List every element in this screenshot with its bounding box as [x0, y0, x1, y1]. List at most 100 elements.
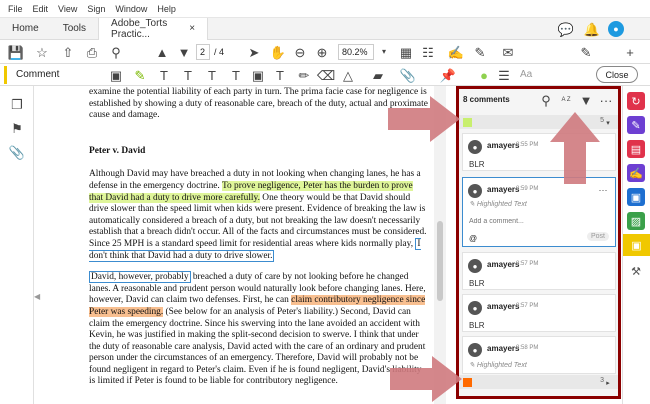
account-icon[interactable]: ● [608, 21, 624, 37]
sort-icon[interactable]: A Z [558, 92, 574, 108]
menu-bar: File Edit View Sign Window Help [0, 0, 650, 18]
eraser-icon[interactable]: ⌫ [317, 67, 335, 83]
selected-highlight-box[interactable]: David, however, probably [89, 271, 191, 284]
bookmark-star-icon[interactable]: ☆ [34, 44, 50, 60]
fill-sign-tool-icon[interactable]: ✍ [627, 164, 645, 182]
combine-files-icon[interactable]: ▣ [627, 188, 645, 206]
page-number-field[interactable]: 2 [196, 44, 210, 60]
comment-time: 8:58 PM [516, 345, 539, 351]
bookmarks-icon[interactable]: ⚑ [9, 120, 25, 136]
color-picker-icon[interactable]: ● [476, 67, 492, 83]
select-cursor-icon[interactable]: ➤ [246, 44, 262, 60]
highlight-tool-icon[interactable]: ✎ [472, 44, 488, 60]
menu-file[interactable]: File [8, 4, 23, 14]
mention-button[interactable]: @ [469, 234, 477, 243]
comment-card[interactable]: ● amayers 8:58 PM ✎ Highlighted Text [462, 336, 616, 374]
comment-accent-bar [4, 66, 7, 84]
scrollbar-thumb[interactable] [437, 221, 443, 301]
filter-icon[interactable]: ▼ [578, 92, 594, 108]
paragraph-david-breach: David, however, probably breached a duty… [89, 271, 429, 388]
upload-icon[interactable]: ⇧ [60, 44, 76, 60]
search-icon[interactable]: ⚲ [108, 44, 124, 60]
group-color-swatch [463, 378, 472, 387]
draw-pencil-icon[interactable]: ✏ [296, 67, 312, 83]
zoom-out-icon[interactable]: ⊖ [292, 44, 308, 60]
export-pdf-icon[interactable]: ↻ [627, 92, 645, 110]
scroll-mode-icon[interactable]: ☷ [420, 44, 436, 60]
pin-icon[interactable]: 📌 [440, 67, 456, 83]
menu-window[interactable]: Window [115, 4, 147, 14]
zoom-in-icon[interactable]: ⊕ [314, 44, 330, 60]
compress-pdf-icon[interactable]: ▨ [627, 212, 645, 230]
zoom-field[interactable]: 80.2% [338, 44, 374, 60]
tab-document[interactable]: Adobe_Torts Practic... × [98, 17, 209, 40]
comment-author: amayers [487, 185, 520, 194]
line-weight-icon[interactable]: ☰ [496, 67, 512, 83]
paragraph-text: (See below for an analysis of Peter's li… [89, 306, 426, 387]
menu-sign[interactable]: Sign [87, 4, 105, 14]
comment-card[interactable]: ● amayers 8:57 PM BLR [462, 252, 616, 290]
page-total-label: / 4 [214, 47, 225, 57]
comment-group-header[interactable]: 3 ▸ [459, 375, 618, 389]
avatar: ● [468, 343, 482, 357]
page-down-icon[interactable]: ▼ [176, 44, 192, 60]
insert-text-icon[interactable]: T [228, 67, 244, 83]
avatar: ● [468, 140, 482, 154]
organize-pages-icon[interactable]: ▤ [627, 140, 645, 158]
print-icon[interactable]: ⎙ [84, 44, 100, 60]
tab-tools[interactable]: Tools [51, 18, 98, 40]
text-box-icon[interactable]: ▣ [250, 67, 266, 83]
menu-view[interactable]: View [58, 4, 77, 14]
chevron-right-icon[interactable]: ▸ [600, 375, 616, 391]
marquee-zoom-icon[interactable]: ▦ [398, 44, 414, 60]
tab-home[interactable]: Home [0, 18, 51, 40]
zoom-dropdown-icon[interactable]: ▾ [376, 44, 392, 60]
add-comment-input[interactable] [469, 215, 609, 227]
comment-text: ✎ Highlighted Text [469, 361, 527, 369]
post-button[interactable]: Post [586, 232, 609, 241]
attach-icon[interactable]: 📎 [400, 67, 416, 83]
fill-sign-icon[interactable]: ✍ [448, 44, 464, 60]
main-toolbar: 💾 ☆ ⇧ ⎙ ⚲ ▲ ▼ 2 / 4 ➤ ✋ ⊖ ⊕ 80.2% ▾ ▦ ☷ … [0, 40, 650, 64]
shapes-icon[interactable]: △ [340, 67, 356, 83]
comment-author: amayers [487, 302, 520, 311]
sticky-note-icon[interactable]: ▣ [108, 67, 124, 83]
collapse-left-handle[interactable]: ◀ [34, 292, 40, 308]
save-icon[interactable]: 💾 [8, 44, 24, 60]
comment-card-selected[interactable]: ● amayers 8:59 PM ··· ✎ Highlighted Text… [462, 177, 616, 247]
edit-sign-icon[interactable]: ✎ [578, 44, 594, 60]
comment-text: ✎ Highlighted Text [469, 200, 527, 208]
comment-card[interactable]: ● amayers 8:57 PM BLR [462, 294, 616, 332]
comment-tool-icon[interactable]: ▣ [623, 234, 650, 256]
underline-text-icon[interactable]: T [156, 67, 172, 83]
page-up-icon[interactable]: ▲ [154, 44, 170, 60]
comment-text: BLR [469, 160, 485, 169]
annotation-arrow-right-top [388, 96, 460, 142]
notifications-icon[interactable]: 🔔 [584, 21, 600, 37]
add-user-icon[interactable]: + [622, 44, 638, 60]
close-comment-button[interactable]: Close [596, 66, 638, 83]
more-options-icon[interactable]: ··· [598, 92, 614, 108]
strikethrough-text-icon[interactable]: T [180, 67, 196, 83]
chevron-down-icon[interactable]: ▾ [600, 115, 616, 131]
replace-text-icon[interactable]: T [204, 67, 220, 83]
font-size-label[interactable]: Aa [520, 69, 532, 80]
hand-tool-icon[interactable]: ✋ [270, 44, 286, 60]
annotation-arrow-up [550, 112, 600, 184]
tab-close-icon[interactable]: × [189, 23, 195, 34]
more-options-icon[interactable]: ··· [595, 182, 611, 198]
page-thumbnails-icon[interactable]: ❐ [9, 96, 25, 112]
create-pdf-icon[interactable]: ✎ [627, 116, 645, 134]
attachments-icon[interactable]: 📎 [9, 144, 25, 160]
highlighter-icon[interactable]: ✎ [132, 67, 148, 83]
menu-edit[interactable]: Edit [33, 4, 49, 14]
text-comment-icon[interactable]: T [272, 67, 288, 83]
share-icon[interactable]: ✉ [500, 44, 516, 60]
search-icon[interactable]: ⚲ [538, 92, 554, 108]
menu-help[interactable]: Help [157, 4, 176, 14]
stamp-icon[interactable]: ▰ [370, 67, 386, 83]
tab-bar: Home Tools Adobe_Torts Practic... × ? 🔔 … [0, 17, 650, 40]
annotation-arrow-right-bottom [390, 356, 462, 402]
more-tools-icon[interactable]: ⚒ [627, 262, 645, 280]
chat-icon[interactable]: 💬 [558, 21, 574, 37]
